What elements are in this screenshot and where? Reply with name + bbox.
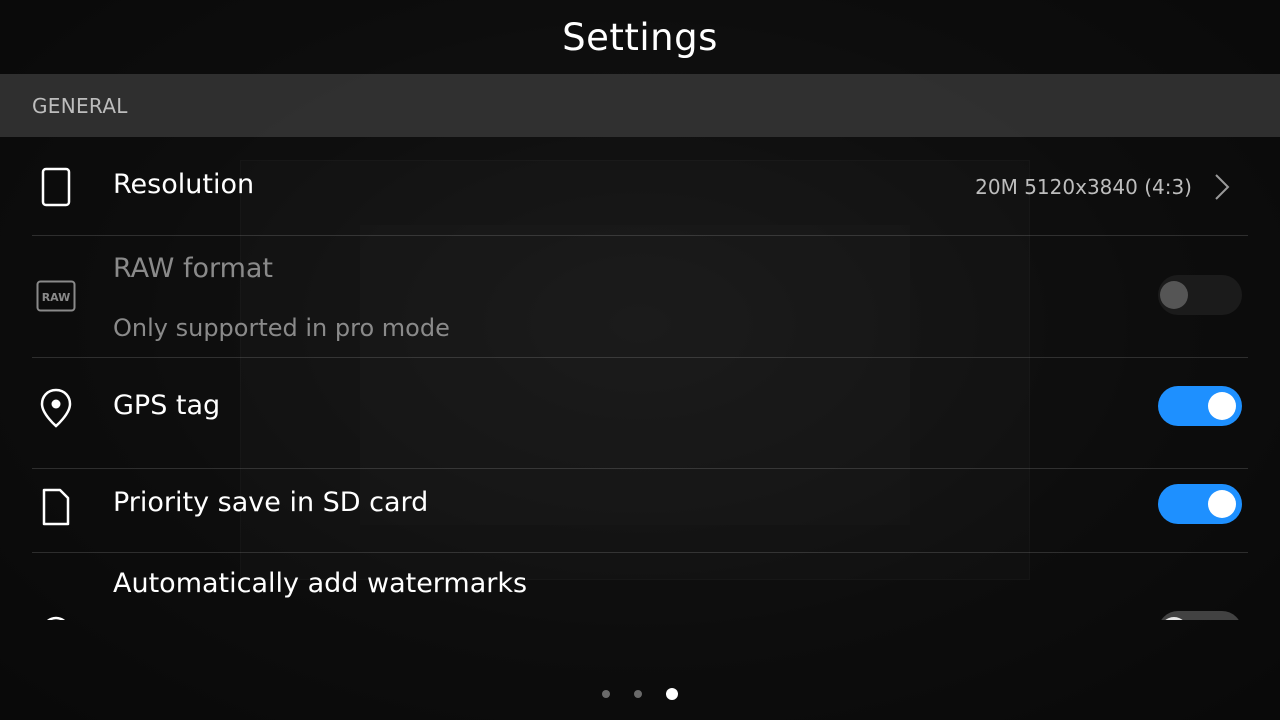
setting-label-watermarks: Automatically add watermarks	[113, 568, 528, 599]
page-indicator	[0, 684, 1280, 704]
resolution-value: 20M 5120x3840 (4:3)	[975, 175, 1192, 199]
toggle-knob	[1208, 490, 1236, 518]
setting-row-priority-save[interactable]: Priority save in SD card	[0, 469, 1280, 553]
setting-row-raw-format: RAW RAW format Only supported in pro mod…	[0, 236, 1280, 358]
raw-format-toggle	[1158, 275, 1242, 315]
page-dot[interactable]	[602, 690, 610, 698]
raw-icon-text: RAW	[42, 291, 71, 304]
setting-row-resolution[interactable]: Resolution 20M 5120x3840 (4:3)	[0, 137, 1280, 236]
toggle-knob	[1160, 281, 1188, 309]
phone-outline-icon	[32, 163, 80, 211]
location-pin-icon	[32, 384, 80, 432]
title-bar: Settings	[0, 0, 1280, 74]
setting-label-raw-format: RAW format	[113, 253, 274, 284]
section-header-label: GENERAL	[32, 93, 128, 118]
chevron-right-icon	[1215, 174, 1230, 200]
setting-label-gps-tag: GPS tag	[113, 390, 221, 421]
watermarks-toggle[interactable]	[1158, 611, 1242, 620]
setting-label-resolution: Resolution	[113, 169, 255, 200]
section-header-general: GENERAL	[0, 74, 1280, 137]
page-dot[interactable]	[634, 690, 642, 698]
sd-card-icon	[32, 483, 80, 531]
watermark-icon	[32, 607, 80, 620]
settings-list: Resolution 20M 5120x3840 (4:3) RAW RAW f…	[0, 137, 1280, 620]
toggle-knob	[1160, 617, 1188, 620]
page-dot-active[interactable]	[666, 688, 678, 700]
setting-label-priority-save: Priority save in SD card	[113, 487, 429, 518]
priority-save-toggle[interactable]	[1158, 484, 1242, 524]
setting-sublabel-raw-format: Only supported in pro mode	[113, 314, 450, 342]
toggle-knob	[1208, 392, 1236, 420]
raw-format-icon: RAW	[32, 272, 80, 320]
page-title: Settings	[562, 15, 718, 59]
camera-settings-screen: Settings GENERAL Resolution 20M 5120x384…	[0, 0, 1280, 720]
setting-row-watermarks[interactable]: Automatically add watermarks	[0, 553, 1280, 620]
gps-tag-toggle[interactable]	[1158, 386, 1242, 426]
setting-row-gps-tag[interactable]: GPS tag	[0, 358, 1280, 469]
